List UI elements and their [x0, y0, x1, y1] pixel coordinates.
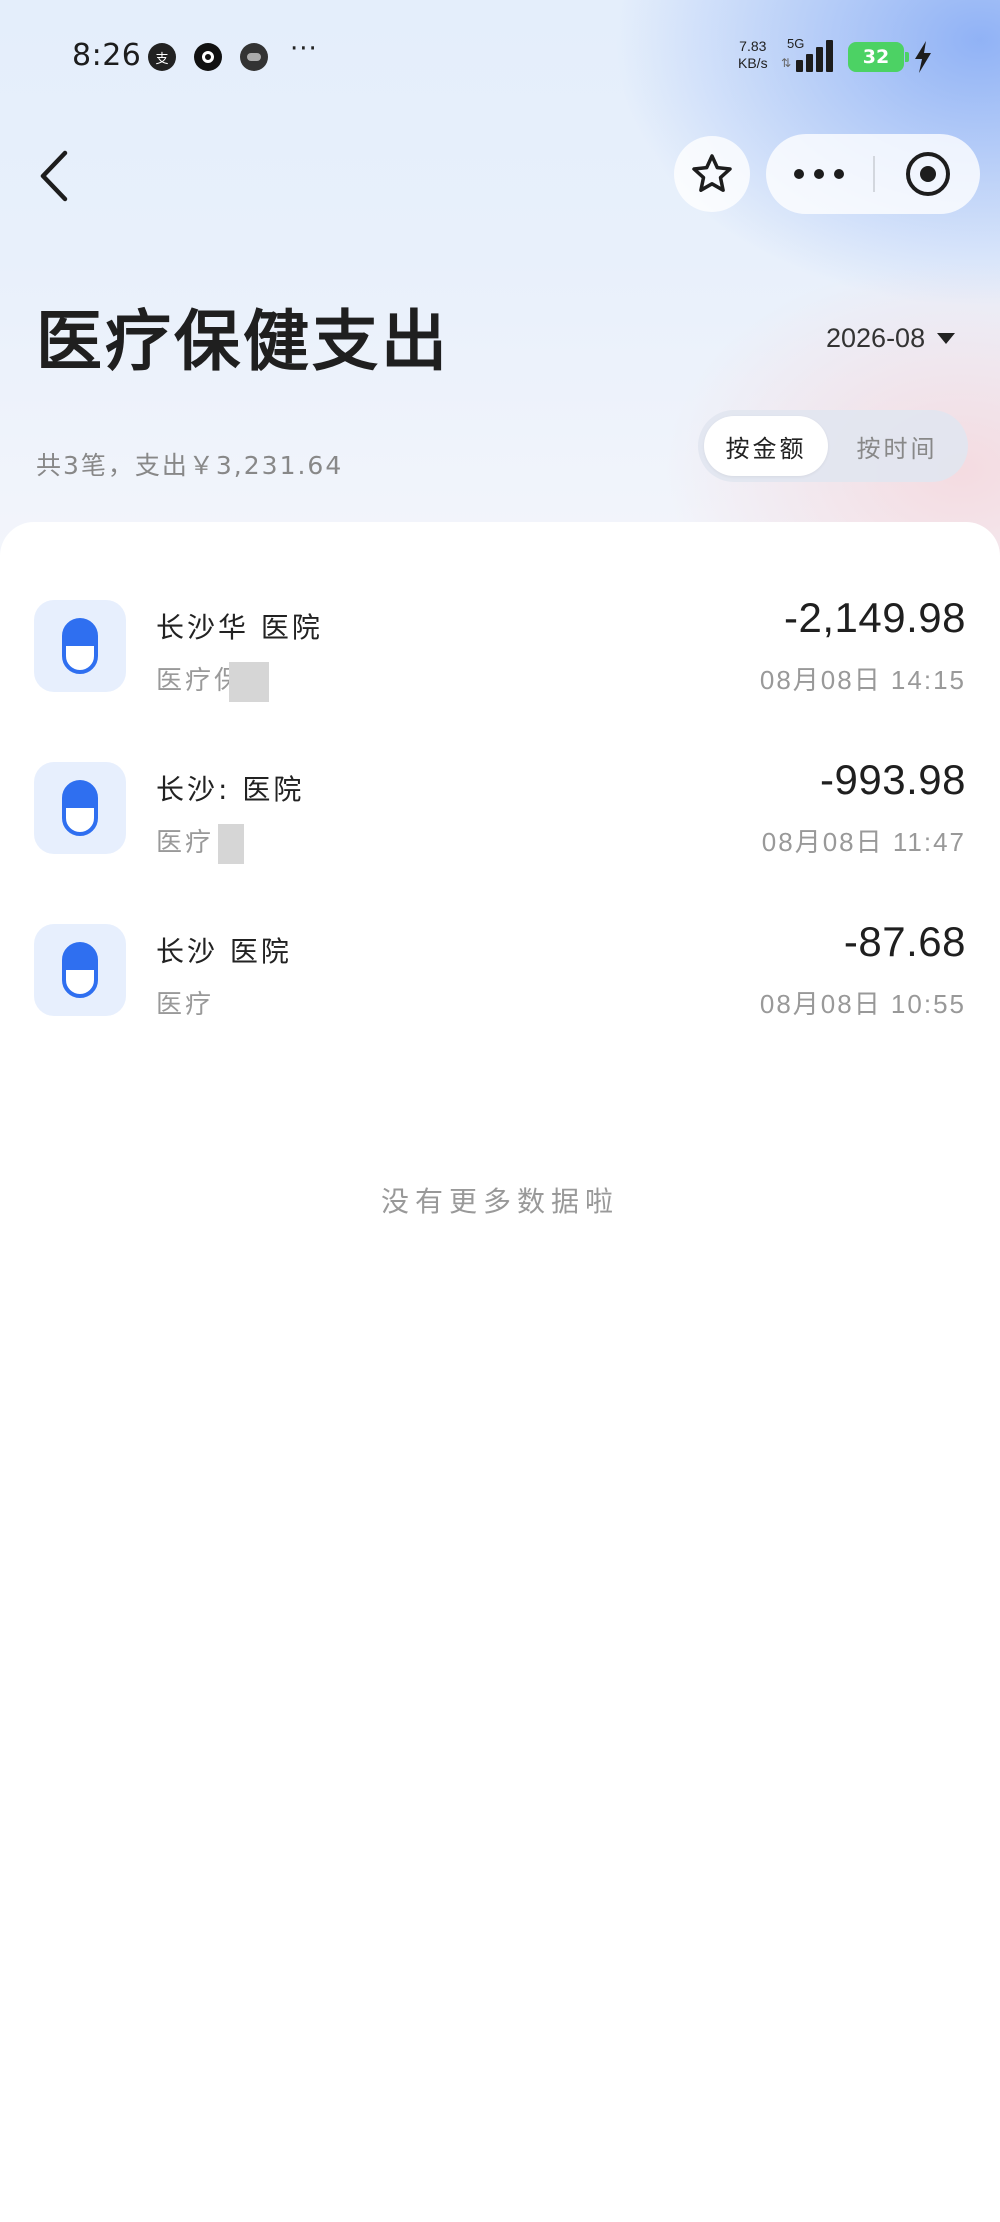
caret-down-icon — [937, 332, 956, 344]
charging-icon — [915, 41, 931, 73]
transaction-list: 长沙华 医院 医疗保 -2,149.98 08月08日 14:15 长沙: 医院… — [0, 522, 1000, 2222]
alipay-notification-icon: 支 — [148, 43, 176, 71]
transaction-datetime: 08月08日 10:55 — [759, 989, 966, 1019]
close-mini-program-button[interactable] — [875, 134, 980, 214]
more-menu-button[interactable] — [766, 134, 872, 214]
transaction-datetime: 08月08日 14:15 — [759, 665, 966, 695]
no-more-data-text: 没有更多数据啦 — [380, 1185, 619, 1218]
sort-by-amount-tab[interactable]: 按金额 — [704, 416, 828, 476]
battery-icon: 32 — [848, 42, 909, 72]
network-speed-unit: KB/s — [738, 55, 768, 71]
chevron-left-icon — [40, 150, 68, 202]
page: 8:26 支 ··· 7.83 KB/s 5G ⇅ 32 医疗保健支出 2026… — [0, 0, 1000, 2222]
transaction-row[interactable]: 长沙 医院 医疗 -87.68 08月08日 10:55 — [0, 914, 1000, 1064]
transaction-row[interactable]: 长沙: 医院 医疗 -993.98 08月08日 11:47 — [0, 752, 1000, 902]
merchant-name: 长沙: 医院 — [156, 773, 305, 806]
transaction-category: 医疗 — [156, 822, 245, 864]
transaction-amount: -87.68 — [843, 918, 966, 965]
merchant-name: 长沙 医院 — [156, 935, 292, 968]
app-notification-icon — [240, 43, 268, 71]
transaction-category: 医疗保 — [156, 660, 270, 702]
more-dots-icon — [794, 169, 844, 179]
expense-summary: 共3笔，支出￥3,231.64 — [36, 451, 344, 480]
month-value: 2026-08 — [826, 322, 926, 353]
status-bar: 8:26 支 ··· 7.83 KB/s 5G ⇅ 32 — [0, 0, 1000, 116]
medical-category-icon-box — [34, 924, 126, 1016]
pill-icon — [62, 618, 98, 674]
merchant-name: 长沙华 医院 — [156, 611, 323, 644]
star-icon — [692, 154, 732, 192]
medical-category-icon-box — [34, 762, 126, 854]
transaction-amount: -993.98 — [820, 756, 966, 803]
pill-icon — [62, 780, 98, 836]
app-notification-icon — [194, 43, 222, 71]
sort-toggle: 按金额 按时间 — [698, 410, 968, 482]
medical-category-icon-box — [34, 600, 126, 692]
redaction-mask — [229, 661, 270, 702]
signal-icon — [796, 38, 836, 72]
favorite-button[interactable] — [674, 136, 750, 212]
more-notifications-icon: ··· — [290, 34, 318, 64]
network-speed-value: 7.83 — [739, 38, 767, 54]
data-transfer-icon: ⇅ — [781, 56, 792, 70]
transaction-amount: -2,149.98 — [784, 594, 966, 641]
network-speed: 7.83 KB/s — [738, 38, 768, 72]
transaction-datetime: 08月08日 11:47 — [761, 827, 966, 857]
mini-program-capsule — [766, 134, 980, 214]
transaction-category: 医疗 — [156, 990, 215, 1020]
target-icon — [905, 152, 950, 196]
status-time: 8:26 — [72, 38, 142, 73]
transaction-row[interactable]: 长沙华 医院 医疗保 -2,149.98 08月08日 14:15 — [0, 590, 1000, 740]
category-label: 医疗 — [156, 828, 215, 858]
redaction-mask — [218, 823, 245, 864]
pill-icon — [62, 942, 98, 998]
sort-by-time-tab[interactable]: 按时间 — [832, 416, 962, 476]
month-selector[interactable]: 2026-08 — [826, 318, 956, 358]
page-title: 医疗保健支出 — [36, 303, 450, 380]
back-button[interactable] — [24, 140, 84, 212]
